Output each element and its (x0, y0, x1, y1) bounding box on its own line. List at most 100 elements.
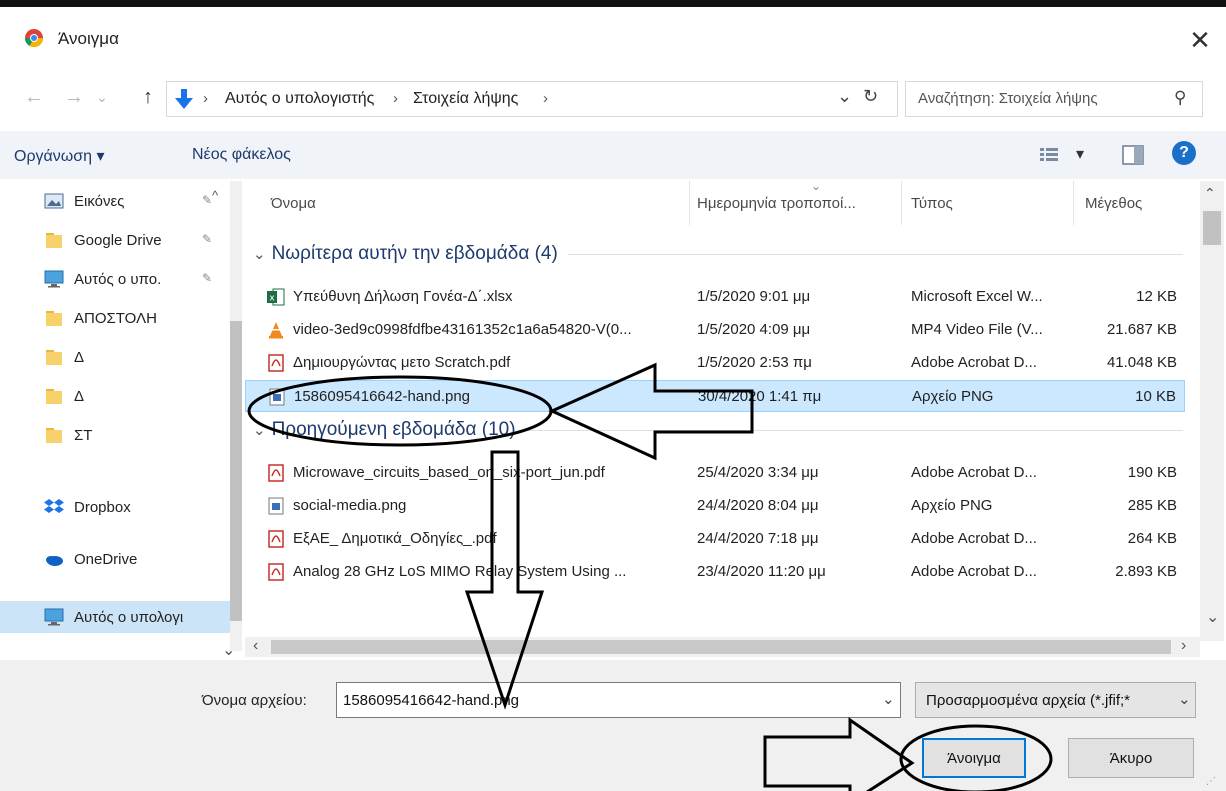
sidebar-item-4[interactable]: Δ (0, 341, 230, 373)
sidebar-item-3[interactable]: ΑΠΟΣΤΟΛΗ (0, 302, 230, 334)
navigation-bar: ← → ⌄ ↑ › Αυτός ο υπολογιστής › Στοιχεία… (0, 73, 1226, 123)
pictures-icon (44, 192, 64, 210)
file-list-scrollbar[interactable]: ⌃ ⌄ (1200, 181, 1224, 641)
window-top-border (0, 0, 1226, 7)
file-date: 23/4/2020 11:20 μμ (697, 563, 826, 580)
file-row[interactable]: Microwave_circuits_based_on_six-port_jun… (245, 457, 1185, 489)
group-header[interactable]: ⌄ Νωρίτερα αυτήν την εβδομάδα (4) (253, 243, 1183, 265)
file-row[interactable]: 1586095416642-hand.png 30/4/2020 1:41 πμ Α… (245, 380, 1185, 412)
horizontal-scrollbar[interactable]: ‹ › (245, 637, 1200, 657)
search-box[interactable]: Αναζήτηση: Στοιχεία λήψης ⚲ (905, 81, 1203, 117)
cancel-button[interactable]: Άκυρο (1068, 738, 1194, 778)
column-header-name[interactable]: Όνομα (271, 195, 316, 239)
folder-icon (44, 426, 64, 444)
navigation-pane-scroll-thumb[interactable] (230, 321, 242, 621)
group-label: Προηγούμενη εβδομάδα (10) (271, 419, 516, 440)
file-type-select[interactable]: Προσαρμοσμένα αρχεία (*.jfif;* ⌄ (915, 682, 1196, 718)
close-button[interactable]: ✕ (1180, 21, 1220, 59)
file-size: 2.893 KB (1115, 563, 1177, 580)
filename-dropdown-button[interactable]: ⌄ (882, 690, 895, 708)
file-size: 10 KB (1135, 388, 1176, 405)
file-type: Adobe Acrobat D... (911, 563, 1037, 580)
pdf-icon (267, 354, 285, 372)
column-divider[interactable] (689, 181, 690, 225)
horizontal-scroll-thumb[interactable] (271, 640, 1171, 654)
refresh-button[interactable]: ↻ (863, 86, 878, 107)
help-button[interactable]: ? (1172, 141, 1196, 165)
vlc-icon (267, 321, 285, 339)
sidebar-item-5[interactable]: Δ (0, 380, 230, 412)
navigation-pane-scrollbar[interactable] (230, 181, 242, 651)
file-name: ΕξΑΕ_ Δημοτικά_Οδηγίες_.pdf (293, 530, 497, 547)
group-label: Νωρίτερα αυτήν την εβδομάδα (4) (271, 243, 558, 264)
up-button[interactable]: ↑ (134, 83, 162, 111)
breadcrumb-downloads[interactable]: Στοιχεία λήψης (413, 90, 518, 108)
scroll-left-button[interactable]: ‹ (253, 637, 258, 655)
file-type: Adobe Acrobat D... (911, 464, 1037, 481)
chevron-down-icon: ⌄ (253, 422, 266, 439)
scroll-up-button[interactable]: ⌃ (1204, 185, 1216, 202)
file-row[interactable]: x Υπεύθυνη Δήλωση Γονέα-Δ΄.xlsx 1/5/2020 9… (245, 281, 1185, 313)
forward-button[interactable]: → (60, 83, 88, 111)
column-divider[interactable] (1073, 181, 1074, 225)
recent-locations-button[interactable]: ⌄ (92, 83, 112, 111)
group-header[interactable]: ⌄ Προηγούμενη εβδομάδα (10) (253, 419, 1183, 441)
svg-text:x: x (269, 294, 275, 304)
sidebar-item-1[interactable]: Google Drive ✎ (0, 224, 230, 256)
sidebar-item-6[interactable]: ΣΤ (0, 419, 230, 451)
onedrive-icon (44, 550, 64, 568)
search-input[interactable]: Αναζήτηση: Στοιχεία λήψης (918, 90, 1098, 107)
file-name: Microwave_circuits_based_on_six-port_jun… (293, 464, 605, 481)
filename-value: 1586095416642-hand.png (343, 692, 520, 709)
file-row[interactable]: ΕξΑΕ_ Δημοτικά_Οδηγίες_.pdf 24/4/2020 7:1… (245, 523, 1185, 555)
sidebar-item-2[interactable]: Αυτός ο υπο. ✎ (0, 263, 230, 295)
sidebar-item-label: Αυτός ο υπολογι (74, 608, 184, 626)
open-button[interactable]: Άνοιγμα (922, 738, 1026, 778)
filename-input[interactable]: 1586095416642-hand.png ⌄ (336, 682, 901, 718)
sidebar-item-9[interactable]: Αυτός ο υπολογι (0, 601, 230, 633)
organize-button[interactable]: Οργάνωση ▾ (14, 146, 105, 166)
file-row[interactable]: social-media.png 24/4/2020 8:04 μμ Αρχείο … (245, 490, 1185, 522)
file-size: 285 KB (1127, 497, 1177, 514)
scroll-right-button[interactable]: › (1181, 637, 1186, 655)
file-date: 24/4/2020 8:04 μμ (697, 497, 819, 514)
view-dropdown-button[interactable]: ▾ (1076, 144, 1084, 164)
address-bar[interactable]: › Αυτός ο υπολογιστής › Στοιχεία λήψης ›… (166, 81, 898, 117)
column-divider[interactable] (901, 181, 902, 225)
file-type-value: Προσαρμοσμένα αρχεία (*.jfif;* (926, 692, 1131, 709)
pdf-icon (267, 530, 285, 548)
chevron-down-icon: ⌄ (253, 246, 266, 263)
preview-pane-icon[interactable] (1122, 145, 1144, 165)
group-divider (567, 253, 1183, 255)
nav-scroll-down-button[interactable]: ⌄ (222, 640, 235, 660)
file-list-scroll-thumb[interactable] (1203, 211, 1221, 245)
sidebar-item-label: Εικόνες (74, 192, 125, 210)
new-folder-button[interactable]: Νέος φάκελος (192, 146, 291, 164)
column-header-type[interactable]: Τύπος (911, 195, 953, 239)
sidebar-item-8[interactable]: OneDrive (0, 543, 230, 575)
file-row[interactable]: Δημιουργώντας μετο Scratch.pdf 1/5/2020 2… (245, 347, 1185, 379)
sidebar-item-0[interactable]: Εικόνες ✎ (0, 185, 230, 217)
breadcrumb-separator: › (543, 90, 548, 107)
nav-collapse-up-icon[interactable]: ^ (212, 188, 218, 203)
address-dropdown-button[interactable]: ⌄ (837, 86, 852, 107)
dialog-footer: Όνομα αρχείου: 1586095416642-hand.png ⌄ … (0, 660, 1226, 791)
file-row[interactable]: video-3ed9c0998fdfbe43161352c1a6a54820-V… (245, 314, 1185, 346)
search-icon: ⚲ (1174, 88, 1187, 107)
file-name: 1586095416642-hand.png (294, 388, 471, 405)
file-size: 21.687 KB (1106, 321, 1177, 338)
resize-grip-icon[interactable]: ⋰ (1206, 776, 1216, 787)
sort-indicator-icon: ⌄ (811, 181, 822, 193)
sidebar-item-label: Δ (74, 387, 85, 405)
back-button[interactable]: ← (20, 83, 48, 111)
file-row[interactable]: Analog 28 GHz LoS MIMO Relay System Usin… (245, 556, 1185, 588)
column-header-size[interactable]: Μέγεθος (1085, 195, 1142, 239)
sidebar-item-7[interactable]: Dropbox (0, 491, 230, 523)
view-options-icon[interactable] (1040, 147, 1058, 163)
scroll-down-button[interactable]: ⌄ (1206, 607, 1219, 627)
file-date: 24/4/2020 7:18 μμ (697, 530, 819, 547)
file-type-dropdown-icon: ⌄ (1178, 690, 1191, 708)
column-header-date[interactable]: Ημερομηνία τροποποί... (697, 195, 856, 239)
file-type: MP4 Video File (V... (911, 321, 1043, 338)
breadcrumb-this-pc[interactable]: Αυτός ο υπολογιστής (225, 90, 374, 108)
